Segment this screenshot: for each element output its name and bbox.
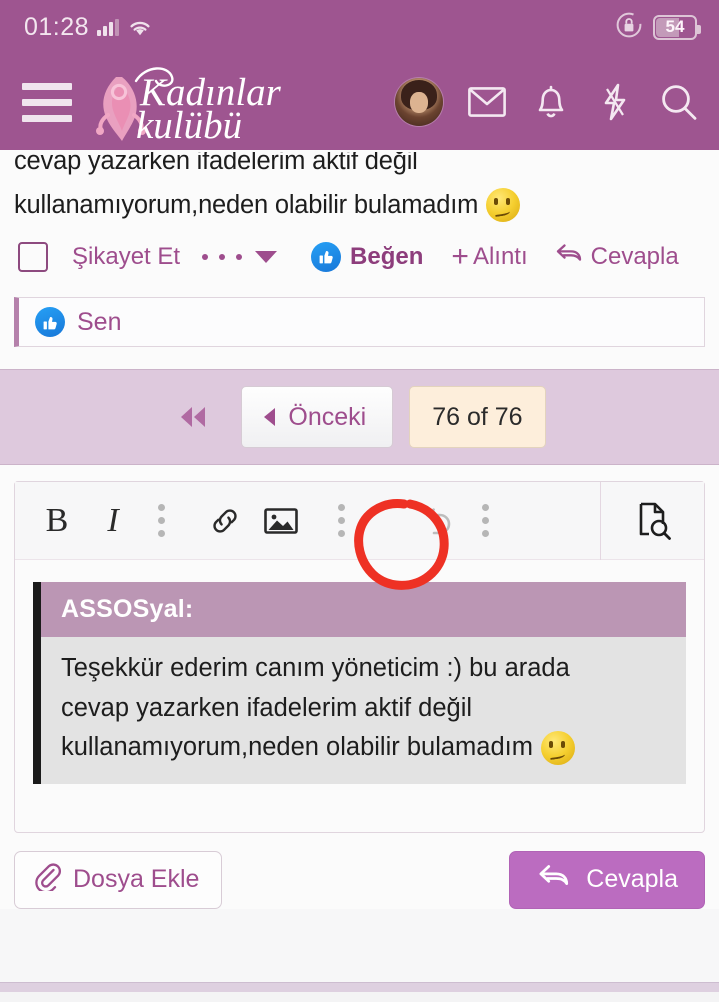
post-text-last-line: kullanamıyorum,neden olabilir bulamadım	[14, 178, 705, 223]
reply-arrow-icon	[536, 861, 572, 898]
quote-text: Teşekkür ederim canım yöneticim :) bu ar…	[41, 637, 686, 784]
facebook-thumbs-up-icon	[35, 307, 65, 338]
more-options-icon[interactable]	[202, 253, 243, 260]
italic-button[interactable]: I	[85, 502, 141, 540]
bell-icon[interactable]	[531, 82, 571, 122]
bottom-background	[0, 992, 719, 1002]
site-header: Kadınlar kulübü Kadınlar kulübü	[0, 54, 719, 150]
attach-file-label: Dosya Ekle	[73, 865, 200, 894]
quote-label: Alıntı	[472, 242, 528, 270]
first-page-double-arrow-icon[interactable]	[173, 402, 213, 432]
select-post-checkbox[interactable]	[18, 241, 48, 272]
liked-by-section: Sen	[0, 289, 719, 370]
submit-reply-button[interactable]: Cevapla	[509, 850, 705, 909]
reply-editor: B I ASSOSyal: Teşekkür ederim canım yöne…	[14, 481, 705, 833]
like-button[interactable]: Beğen	[311, 241, 424, 272]
post-text-line-2: kullanamıyorum,neden olabilir bulamadım	[14, 191, 479, 219]
quote-text-line-3-row: kullanamıyorum,neden olabilir bulamadım	[61, 728, 666, 768]
header-icon-group	[395, 78, 703, 126]
editor-content-area[interactable]: ASSOSyal: Teşekkür ederim canım yönetici…	[15, 560, 704, 832]
bold-button[interactable]: B	[29, 502, 85, 540]
post-body: cevap yazarken ifadelerim aktif değil ku…	[0, 150, 719, 290]
battery-percent: 54	[665, 17, 685, 36]
status-bar-left: 01:28	[24, 13, 153, 42]
post-text: cevap yazarken ifadelerim aktif değil ku…	[14, 150, 705, 223]
confused-face-emoji	[486, 188, 521, 223]
quote-author: ASSOSyal:	[41, 582, 686, 638]
reply-button[interactable]: Cevapla	[554, 240, 679, 273]
report-button[interactable]: Şikayet Et	[72, 243, 180, 271]
chevron-down-icon[interactable]	[255, 250, 278, 263]
quote-text-line-1: Teşekkür ederim canım yöneticim :) bu ar…	[61, 654, 570, 683]
editor-footer: Dosya Ekle Cevapla	[0, 832, 719, 909]
facebook-thumbs-up-icon	[311, 241, 342, 272]
quote-button[interactable]: + Alıntı	[451, 239, 528, 273]
like-label: Beğen	[350, 242, 424, 270]
status-clock: 01:28	[24, 12, 90, 41]
editor-toolbar: B I	[15, 481, 704, 561]
quoted-message: ASSOSyal: Teşekkür ederim canım yönetici…	[33, 582, 686, 784]
submit-reply-label: Cevapla	[586, 865, 678, 894]
post-text-clipped-line: cevap yazarken ifadelerim aktif değil	[14, 152, 705, 178]
previous-page-label: Önceki	[288, 402, 367, 431]
wifi-icon	[127, 18, 153, 37]
search-icon[interactable]	[659, 82, 699, 122]
undo-button[interactable]	[409, 493, 465, 549]
previous-page-button[interactable]: Önceki	[241, 386, 394, 449]
bottom-divider-strip	[0, 982, 719, 992]
status-bar: 01:28 54	[0, 0, 719, 54]
attach-file-button[interactable]: Dosya Ekle	[14, 850, 223, 909]
reply-label: Cevapla	[590, 242, 679, 270]
plus-icon: +	[451, 239, 469, 273]
toolbar-overflow-dots-2[interactable]	[321, 504, 361, 538]
lightning-icon[interactable]	[595, 82, 635, 122]
post-action-row: Şikayet Et Beğen + Alıntı Cevapla	[0, 222, 719, 290]
liked-by-name[interactable]: Sen	[77, 308, 121, 337]
app-screen: 01:28 54 Kadınlar kulübü cevap yazarken …	[0, 0, 719, 1002]
hamburger-menu-icon[interactable]	[18, 82, 76, 122]
toolbar-overflow-dots-3[interactable]	[465, 504, 505, 538]
page-count-indicator[interactable]: 76 of 76	[409, 386, 546, 449]
reply-arrow-icon	[554, 240, 584, 273]
link-button[interactable]	[197, 493, 253, 549]
svg-text:kulübü: kulübü	[136, 104, 242, 145]
paperclip-icon	[33, 861, 61, 898]
quote-text-line-2: cevap yazarken ifadelerim aktif değil	[61, 693, 473, 722]
signal-bars-icon	[97, 18, 120, 36]
preview-button[interactable]	[600, 481, 704, 560]
pagination-bar: Önceki 76 of 76	[0, 369, 719, 466]
toolbar-overflow-dots-1[interactable]	[141, 504, 181, 538]
site-logo[interactable]: Kadınlar kulübü Kadınlar kulübü	[86, 59, 286, 145]
confused-face-emoji	[541, 731, 575, 766]
rotation-lock-icon	[615, 11, 643, 44]
post-text-line-1: cevap yazarken ifadelerim aktif değil	[14, 152, 418, 175]
image-button[interactable]	[253, 493, 309, 549]
triangle-left-icon	[264, 408, 276, 427]
quote-text-line-3: kullanamıyorum,neden olabilir bulamadım	[61, 733, 533, 762]
reply-editor-section: B I ASSOSyal: Teşekkür ederim canım yöne…	[0, 465, 719, 833]
avatar[interactable]	[395, 78, 443, 126]
liked-by-box[interactable]: Sen	[14, 297, 705, 348]
mail-icon[interactable]	[467, 82, 507, 122]
status-bar-right: 54	[615, 11, 701, 44]
battery-indicator: 54	[653, 14, 701, 40]
